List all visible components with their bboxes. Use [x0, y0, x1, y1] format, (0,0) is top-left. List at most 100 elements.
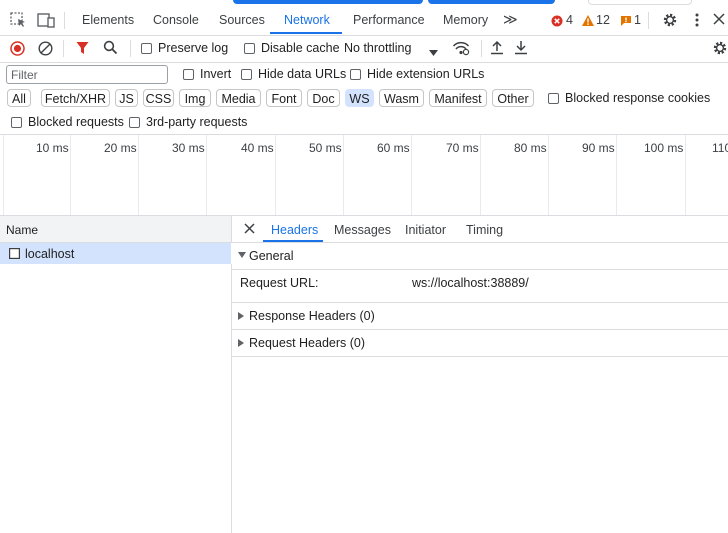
device-toolbar-icon[interactable]: [37, 12, 55, 31]
expand-arrow-icon: [238, 339, 244, 347]
type-chip-js[interactable]: JS: [115, 89, 138, 107]
filter-input[interactable]: [11, 67, 161, 82]
tab-elements[interactable]: Elements: [82, 13, 134, 27]
filter-funnel-icon[interactable]: [76, 41, 89, 58]
timeline-tick-label: 80 ms: [514, 141, 547, 155]
filter-box[interactable]: [6, 65, 168, 84]
request-headers-title: Request Headers (0): [249, 336, 366, 350]
invert-checkbox[interactable]: [183, 69, 194, 80]
timeline-tick-label: 40 ms: [241, 141, 274, 155]
response-headers-section[interactable]: Response Headers (0): [232, 303, 728, 330]
timeline-gridline: [275, 135, 276, 215]
name-column-header[interactable]: Name: [0, 216, 232, 243]
search-icon[interactable]: [103, 40, 118, 58]
timeline-gridline: [138, 135, 139, 215]
warning-icon[interactable]: [581, 14, 595, 30]
settings-gear-icon[interactable]: [662, 12, 678, 31]
network-overview-timeline[interactable]: 10 ms 20 ms 30 ms 40 ms 50 ms 60 ms 70 m…: [0, 135, 728, 216]
timeline-tick-label: 100 ms: [644, 141, 684, 155]
network-toolbar: Preserve log Disable cache No throttling: [0, 36, 728, 63]
network-settings-gear-icon[interactable]: [712, 40, 728, 59]
warning-count[interactable]: 12: [596, 13, 610, 27]
general-section-header[interactable]: General: [232, 243, 728, 270]
tab-network[interactable]: Network: [284, 13, 330, 27]
timeline-gridline: [616, 135, 617, 215]
type-chip-font[interactable]: Font: [266, 89, 302, 107]
import-har-icon[interactable]: [490, 40, 504, 58]
timeline-tick-label: 50 ms: [309, 141, 342, 155]
details-tab-headers[interactable]: Headers: [271, 223, 318, 237]
close-devtools-icon[interactable]: [713, 13, 725, 28]
error-icon[interactable]: [551, 15, 563, 30]
error-count[interactable]: 4: [566, 13, 573, 27]
disable-cache-checkbox[interactable]: [244, 43, 255, 54]
timeline-gridline: [480, 135, 481, 215]
info-icon[interactable]: [620, 15, 632, 30]
type-chip-manifest[interactable]: Manifest: [429, 89, 487, 107]
tab-sources[interactable]: Sources: [219, 13, 265, 27]
request-url-label: Request URL:: [240, 276, 319, 290]
timeline-tick-label: 90 ms: [582, 141, 615, 155]
blocked-response-cookies-checkbox[interactable]: [548, 93, 559, 104]
websocket-file-icon: [9, 248, 21, 262]
more-options-icon[interactable]: [694, 12, 700, 31]
type-chip-media[interactable]: Media: [216, 89, 261, 107]
hide-extension-urls-checkbox[interactable]: [350, 69, 361, 80]
request-headers-section[interactable]: Request Headers (0): [232, 330, 728, 357]
resource-type-filter: All Fetch/XHR JS CSS Img Media Font Doc …: [0, 87, 728, 111]
third-party-requests-checkbox[interactable]: [129, 117, 140, 128]
timeline-gridline: [548, 135, 549, 215]
blocked-requests-checkbox[interactable]: [11, 117, 22, 128]
blocked-requests-label: Blocked requests: [28, 115, 124, 129]
type-chip-ws[interactable]: WS: [345, 89, 374, 107]
timeline-tick-label: 110: [712, 141, 728, 155]
preserve-log-checkbox[interactable]: [141, 43, 152, 54]
details-tab-timing[interactable]: Timing: [466, 223, 503, 237]
response-headers-title: Response Headers (0): [249, 309, 375, 323]
disable-cache-label: Disable cache: [261, 41, 340, 55]
timeline-tick-label: 30 ms: [172, 141, 205, 155]
top-outline-tab[interactable]: [588, 0, 692, 5]
request-url-value[interactable]: ws://localhost:38889/: [412, 276, 529, 290]
timeline-tick-label: 60 ms: [377, 141, 410, 155]
type-chip-other[interactable]: Other: [492, 89, 534, 107]
inspect-element-icon[interactable]: [10, 12, 27, 31]
request-name: localhost: [25, 247, 75, 261]
record-stop-icon[interactable]: [10, 41, 25, 59]
type-chip-wasm[interactable]: Wasm: [379, 89, 424, 107]
tab-console[interactable]: Console: [153, 13, 199, 27]
blocked-requests-row: Blocked requests 3rd-party requests: [0, 112, 728, 135]
top-blue-button-2[interactable]: [428, 0, 555, 4]
network-conditions-icon[interactable]: [452, 40, 470, 59]
tab-performance[interactable]: Performance: [353, 13, 425, 27]
clear-icon[interactable]: [38, 41, 53, 59]
timeline-gridline: [3, 135, 4, 215]
invert-label: Invert: [200, 67, 232, 81]
close-details-icon[interactable]: [244, 223, 255, 237]
export-har-icon[interactable]: [514, 40, 528, 58]
toolbar-divider-3: [481, 40, 482, 57]
dropdown-arrow-icon[interactable]: [429, 45, 438, 59]
details-tab-initiator[interactable]: Initiator: [405, 223, 446, 237]
throttling-select[interactable]: No throttling: [344, 41, 411, 55]
more-tabs-icon[interactable]: ≫: [503, 11, 518, 28]
info-count[interactable]: 1: [634, 13, 641, 27]
type-chip-fetch-xhr[interactable]: Fetch/XHR: [41, 89, 110, 107]
hide-extension-urls-label: Hide extension URLs: [367, 67, 485, 81]
type-chip-doc[interactable]: Doc: [307, 89, 340, 107]
type-chip-css[interactable]: CSS: [143, 89, 174, 107]
timeline-gridline: [70, 135, 71, 215]
details-active-underline: [263, 240, 323, 242]
tab-memory[interactable]: Memory: [443, 13, 488, 27]
request-row[interactable]: localhost: [0, 243, 231, 264]
general-section-body: Request URL: ws://localhost:38889/: [232, 270, 728, 303]
hide-data-urls-checkbox[interactable]: [241, 69, 252, 80]
top-blue-button-1[interactable]: [233, 0, 423, 4]
type-chip-img[interactable]: Img: [179, 89, 211, 107]
type-chip-all[interactable]: All: [7, 89, 31, 107]
third-party-requests-label: 3rd-party requests: [146, 115, 248, 129]
devtools-tab-bar: Elements Console Sources Network Perform…: [0, 6, 728, 36]
details-tab-messages[interactable]: Messages: [334, 223, 391, 237]
timeline-gridline: [685, 135, 686, 215]
toolbar-divider: [63, 40, 64, 57]
